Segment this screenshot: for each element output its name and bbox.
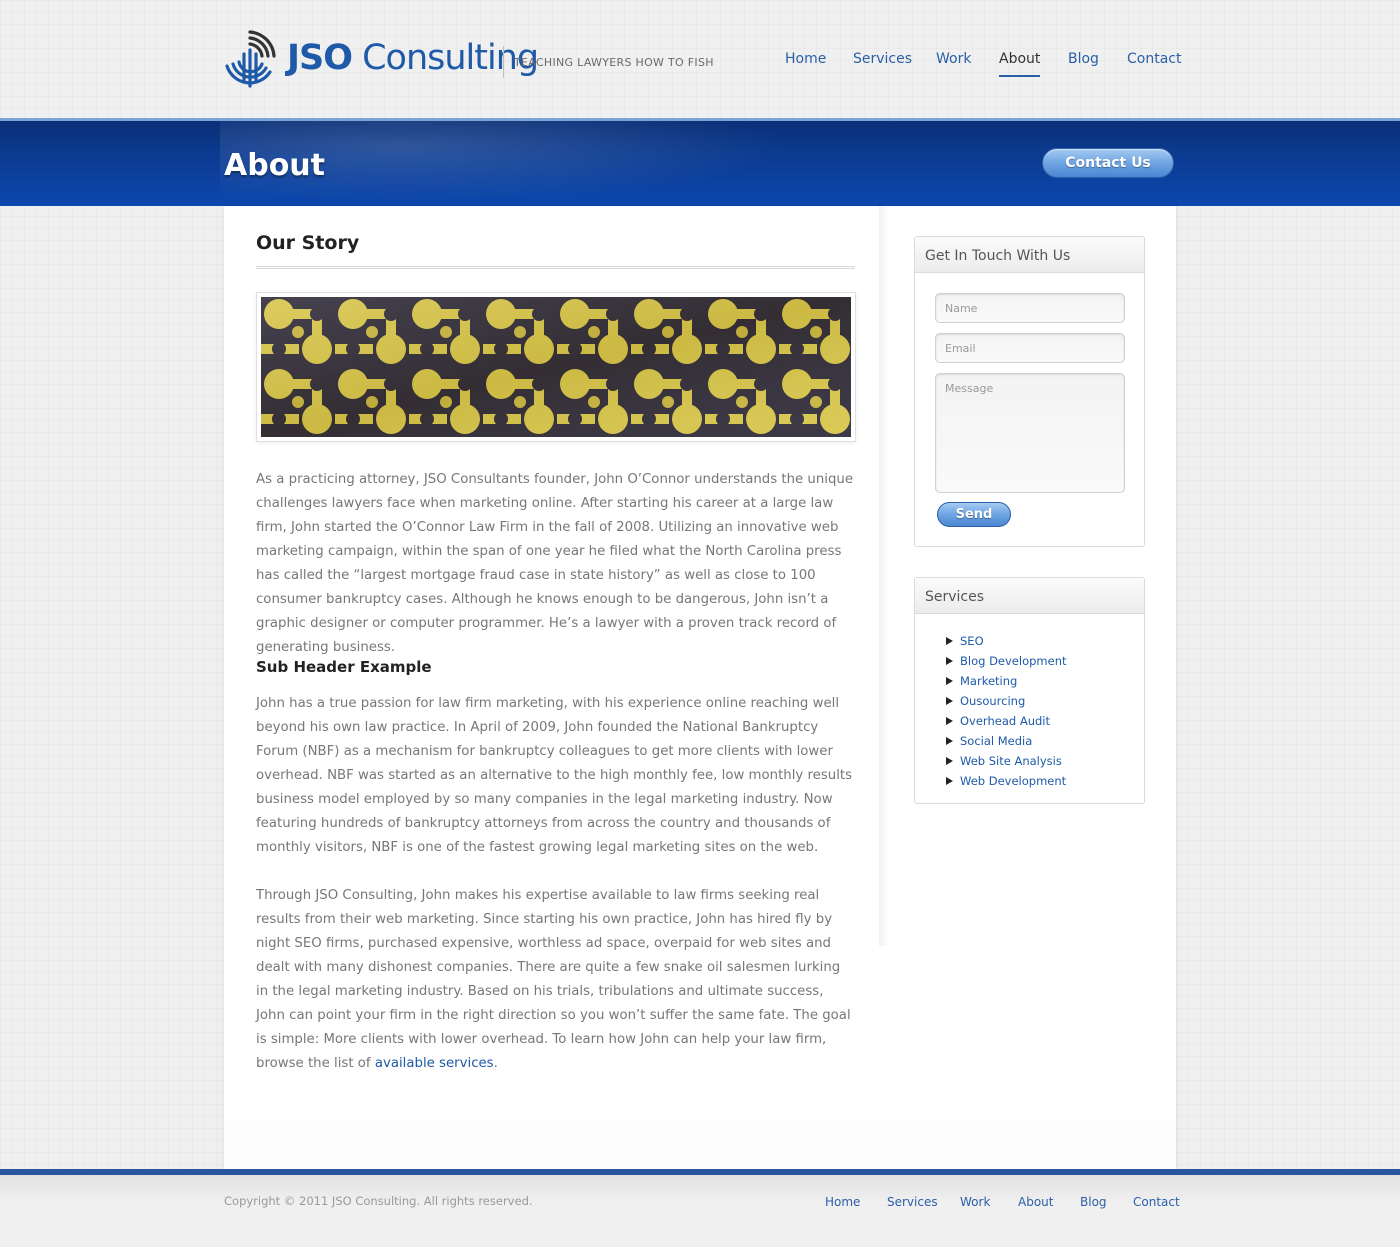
service-link-web-development[interactable]: Web Development xyxy=(960,774,1066,788)
section-title: Our Story xyxy=(256,232,360,254)
paragraph-3-end: . xyxy=(493,1056,498,1071)
send-button[interactable]: Send xyxy=(937,502,1011,527)
hero-image-frame xyxy=(256,292,856,442)
service-link-marketing[interactable]: Marketing xyxy=(960,674,1017,688)
nav-services[interactable]: Services xyxy=(853,51,912,67)
nav-about[interactable]: About xyxy=(999,51,1041,77)
footer-nav-blog[interactable]: Blog xyxy=(1080,1195,1107,1209)
name-input[interactable] xyxy=(935,293,1125,323)
story-paragraph-3: Through JSO Consulting, John makes his e… xyxy=(256,884,856,1076)
site-footer: Copyright © 2011 JSO Consulting. All rig… xyxy=(0,1175,1400,1247)
title-divider xyxy=(256,266,855,269)
footer-nav-home[interactable]: Home xyxy=(825,1195,860,1209)
service-link-web-site-analysis[interactable]: Web Site Analysis xyxy=(960,754,1062,768)
services-list: SEO Blog Development Marketing Ousourcin… xyxy=(915,614,1144,791)
list-item: Blog Development xyxy=(946,651,1144,671)
nav-contact[interactable]: Contact xyxy=(1127,51,1181,67)
email-input[interactable] xyxy=(935,333,1125,363)
story-paragraph-2: John has a true passion for law firm mar… xyxy=(256,696,853,855)
nav-home[interactable]: Home xyxy=(785,51,826,67)
main-nav: Home Services Work About Blog Contact xyxy=(0,51,1400,81)
page-title: About xyxy=(224,148,326,183)
sidebar-divider-shadow xyxy=(879,206,889,946)
footer-nav-work[interactable]: Work xyxy=(960,1195,990,1209)
contact-form-box: Get In Touch With Us Send xyxy=(914,236,1145,547)
service-link-blog-development[interactable]: Blog Development xyxy=(960,654,1067,668)
footer-nav-services[interactable]: Services xyxy=(887,1195,938,1209)
contact-box-title: Get In Touch With Us xyxy=(915,237,1144,273)
list-item: Social Media xyxy=(946,731,1144,751)
list-item: Marketing xyxy=(946,671,1144,691)
story-paragraph-1: As a practicing attorney, JSO Consultant… xyxy=(256,472,854,655)
service-link-outsourcing[interactable]: Ousourcing xyxy=(960,694,1025,708)
message-textarea[interactable] xyxy=(935,373,1125,493)
sub-header: Sub Header Example xyxy=(256,658,432,676)
nav-work[interactable]: Work xyxy=(936,51,971,67)
hero-pattern-image xyxy=(261,297,851,437)
main-column: Our Story As a practicing attorney, JSO … xyxy=(256,206,856,1169)
copyright-text: Copyright © 2011 JSO Consulting. All rig… xyxy=(224,1194,533,1208)
service-link-overhead-audit[interactable]: Overhead Audit xyxy=(960,714,1050,728)
page-banner: About Contact Us xyxy=(0,118,1400,206)
service-link-seo[interactable]: SEO xyxy=(960,634,984,648)
list-item: Web Site Analysis xyxy=(946,751,1144,771)
services-box: Services SEO Blog Development Marketing … xyxy=(914,577,1145,804)
service-link-social-media[interactable]: Social Media xyxy=(960,734,1032,748)
available-services-link[interactable]: available services xyxy=(375,1056,494,1071)
contact-us-button[interactable]: Contact Us xyxy=(1042,148,1174,178)
list-item: Web Development xyxy=(946,771,1144,791)
paragraph-3-text: Through JSO Consulting, John makes his e… xyxy=(256,888,851,1071)
list-item: Overhead Audit xyxy=(946,711,1144,731)
nav-blog[interactable]: Blog xyxy=(1068,51,1099,67)
services-box-title: Services xyxy=(915,578,1144,614)
footer-nav-about[interactable]: About xyxy=(1018,1195,1053,1209)
list-item: Ousourcing xyxy=(946,691,1144,711)
footer-nav-contact[interactable]: Contact xyxy=(1133,1195,1180,1209)
content-wrapper: Our Story As a practicing attorney, JSO … xyxy=(224,206,1176,1169)
site-header: JSO Consulting TEACHING LAWYERS HOW TO F… xyxy=(0,0,1400,120)
list-item: SEO xyxy=(946,631,1144,651)
